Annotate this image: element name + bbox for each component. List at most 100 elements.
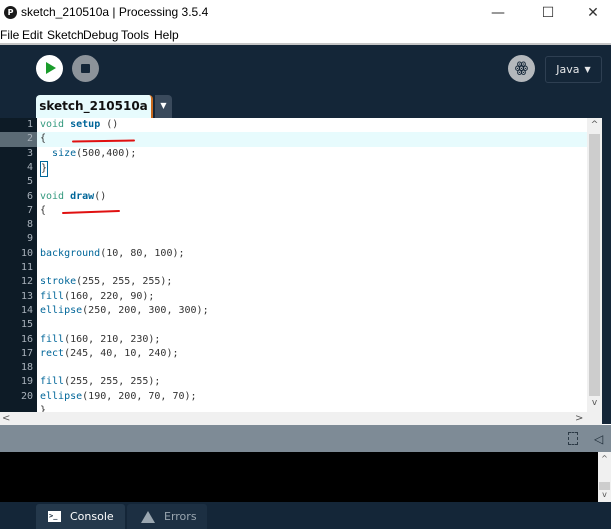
code-args: (255, 255, 255);	[76, 276, 173, 288]
code-line: stroke(255, 255, 255);	[40, 275, 172, 289]
code-function-call: fill	[40, 290, 65, 302]
mode-label: Java	[556, 63, 580, 76]
code-function-call: background	[40, 247, 101, 259]
line-number: 3	[26, 147, 33, 159]
tab-menu-button[interactable]: ▼	[155, 95, 172, 118]
scrollbar-thumb[interactable]	[599, 482, 610, 490]
menu-debug[interactable]: Debug	[83, 28, 118, 42]
line-number: 4	[26, 161, 33, 173]
code-line: void setup ()	[40, 118, 118, 132]
code-editor[interactable]: void setup (){ size(500,400);} void draw(…	[37, 118, 587, 412]
code-args: (190, 200, 70, 70);	[82, 390, 197, 402]
line-number: 15	[20, 319, 33, 331]
line-number: 5	[26, 176, 33, 188]
code-bracket-match: }	[40, 160, 49, 178]
menu-edit[interactable]: Edit	[22, 28, 43, 42]
code-args: (500,400);	[76, 147, 137, 159]
code-args: (160, 220, 90);	[64, 290, 155, 302]
code-line: {	[40, 204, 46, 218]
window-title: sketch_210510a | Processing 3.5.4	[21, 5, 209, 19]
line-number: 9	[26, 233, 33, 245]
scroll-down-icon[interactable]: v	[598, 490, 611, 499]
menu-sketch[interactable]: Sketch	[47, 28, 84, 42]
line-number: 8	[26, 219, 33, 231]
code-line: fill(160, 210, 230);	[40, 333, 160, 347]
code-keyword: void	[40, 119, 65, 130]
line-number: 18	[20, 362, 33, 374]
editor-horizontal-scrollbar[interactable]: < >	[0, 412, 602, 425]
copy-icon[interactable]	[568, 432, 578, 445]
close-button[interactable]: ✕	[570, 0, 611, 26]
scroll-right-icon[interactable]: >	[575, 412, 583, 425]
code-function-call: rect	[40, 347, 65, 359]
code-function-call: fill	[40, 376, 65, 388]
tab-errors-label: Errors	[164, 510, 197, 523]
maximize-button[interactable]: ☐	[525, 0, 571, 26]
toolbar: ꙮ Java ▼	[0, 45, 611, 95]
run-button[interactable]	[36, 55, 63, 82]
code-line: {	[40, 132, 46, 146]
stop-button[interactable]	[72, 55, 99, 82]
mode-selector[interactable]: Java ▼	[545, 56, 602, 83]
code-args: (10, 80, 100);	[100, 247, 185, 259]
warning-icon	[141, 510, 155, 523]
editor-right-border	[602, 118, 611, 424]
code-function-call: size	[52, 147, 77, 159]
line-number: 16	[20, 333, 33, 345]
caret-down-icon: ▼	[160, 101, 167, 110]
tab-sketch[interactable]: sketch_210510a	[36, 95, 153, 118]
code-text: {	[40, 133, 47, 145]
line-number: 12	[20, 276, 33, 288]
minimize-button[interactable]: —	[475, 0, 521, 26]
scroll-left-icon[interactable]: <	[2, 412, 10, 425]
console-scrollbar[interactable]: ^ v	[598, 452, 611, 502]
caret-down-icon: ▼	[584, 65, 591, 74]
code-function-name: setup	[70, 119, 101, 130]
code-text: ()	[100, 119, 119, 130]
butterfly-icon: ꙮ	[514, 60, 529, 76]
scroll-up-icon[interactable]: ^	[587, 120, 602, 130]
code-line: ellipse(250, 200, 300, 300);	[40, 304, 209, 318]
code-args: (160, 210, 230);	[64, 333, 161, 345]
line-number: 11	[20, 262, 33, 273]
annotation-underline-draw	[61, 209, 121, 215]
line-number: 6	[26, 190, 33, 202]
title-bar: P sketch_210510a | Processing 3.5.4 — ☐ …	[0, 0, 611, 26]
tab-console[interactable]: >_ Console	[36, 504, 125, 529]
terminal-icon: >_	[48, 511, 61, 522]
scroll-down-icon[interactable]: v	[587, 398, 602, 408]
scrollbar-thumb[interactable]	[589, 134, 600, 396]
minimize-icon: —	[491, 5, 505, 21]
code-function-name: draw	[70, 190, 95, 202]
tab-errors[interactable]: Errors	[127, 504, 207, 529]
code-line: background(10, 80, 100);	[40, 247, 185, 261]
scroll-up-icon[interactable]: ^	[598, 454, 611, 463]
processing-logo-icon: P	[4, 6, 17, 19]
footer-tabs: >_ Console Errors	[0, 502, 611, 529]
menu-tools[interactable]: Tools	[121, 28, 149, 42]
line-number: 10	[20, 247, 33, 259]
tab-row: sketch_210510a ▼	[0, 95, 611, 118]
line-number: 7	[26, 204, 33, 216]
menu-help[interactable]: Help	[154, 28, 179, 42]
code-text: {	[40, 204, 47, 216]
code-line: fill(160, 220, 90);	[40, 290, 154, 304]
code-function-call: fill	[40, 333, 65, 345]
menu-bar: File Edit Sketch Debug Tools Help	[0, 26, 611, 44]
code-line: }	[40, 160, 49, 178]
line-number: 17	[20, 347, 33, 359]
editor-vertical-scrollbar[interactable]: ^ v	[587, 118, 602, 412]
menu-file[interactable]: File	[0, 28, 19, 42]
close-icon: ✕	[587, 5, 599, 21]
code-function-call: stroke	[40, 276, 77, 288]
code-args: (255, 255, 255);	[64, 376, 161, 388]
code-line: void draw()	[40, 190, 106, 204]
code-line: size(500,400);	[40, 147, 136, 161]
code-args: (250, 200, 300, 300);	[82, 304, 209, 316]
line-number: 19	[20, 376, 33, 388]
debug-button[interactable]: ꙮ	[508, 55, 535, 82]
collapse-console-icon[interactable]: ◁	[594, 432, 603, 446]
code-line: rect(245, 40, 10, 240);	[40, 347, 178, 361]
code-function-call: ellipse	[40, 390, 83, 402]
